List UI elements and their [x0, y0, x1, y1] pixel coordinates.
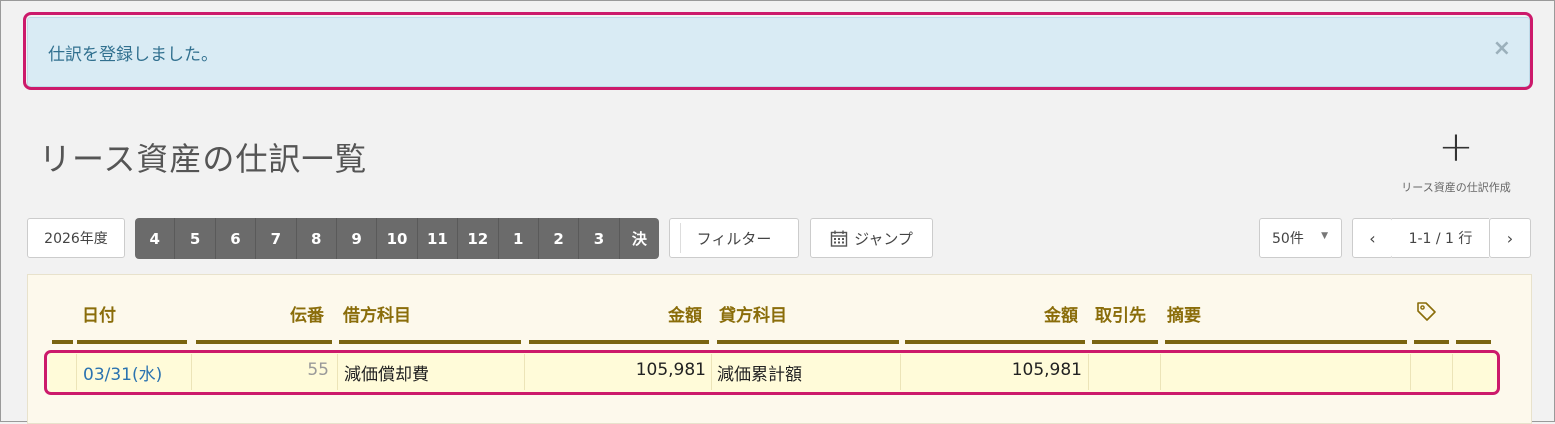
cell-divider: [76, 354, 77, 390]
header-underline: [529, 340, 709, 344]
per-page-select[interactable]: 50件 ▼: [1259, 218, 1342, 258]
cell-divider: [337, 354, 338, 390]
header-debit-amount[interactable]: 金額: [668, 301, 702, 326]
header-partner[interactable]: 取引先: [1095, 301, 1146, 326]
month-button[interactable]: 6: [216, 218, 257, 259]
journal-table: [27, 274, 1532, 424]
jump-label: ジャンプ: [854, 229, 913, 248]
cell-divider: [1160, 354, 1161, 390]
header-underline: [196, 340, 332, 344]
alert-highlight: [23, 12, 1533, 90]
header-underline: [77, 340, 187, 344]
closing-month-button[interactable]: 決: [620, 218, 659, 259]
header-underline: [1456, 340, 1491, 344]
header-credit-account[interactable]: 貸方科目: [719, 301, 787, 326]
cell-divider: [711, 354, 712, 390]
filter-label: フィルター: [696, 229, 772, 248]
month-button[interactable]: 10: [377, 218, 418, 259]
month-button[interactable]: 3: [579, 218, 620, 259]
row-credit-amount: 105,981: [1011, 360, 1082, 380]
calendar-icon: [830, 230, 848, 247]
row-voucher-no: 55: [307, 360, 329, 380]
row-credit-account: 減価累計額: [717, 365, 802, 385]
tag-icon: [1416, 301, 1438, 321]
caret-down-icon: ▼: [1321, 231, 1328, 241]
month-button[interactable]: 5: [175, 218, 216, 259]
next-page-button[interactable]: ›: [1489, 218, 1531, 258]
header-underline: [1092, 340, 1158, 344]
cell-divider: [524, 354, 525, 390]
jump-button[interactable]: ジャンプ: [810, 218, 933, 258]
header-date[interactable]: 日付: [82, 301, 116, 326]
per-page-value: 50件: [1272, 231, 1304, 247]
header-memo[interactable]: 摘要: [1167, 301, 1201, 326]
row-date-link[interactable]: 03/31(水): [83, 360, 162, 385]
header-underline: [1414, 340, 1449, 344]
month-button[interactable]: 12: [458, 218, 499, 259]
filter-button[interactable]: フィルター: [669, 218, 799, 258]
create-entry-button[interactable]: + リース資産の仕訳作成: [1381, 122, 1531, 199]
header-credit-amount[interactable]: 金額: [1044, 301, 1078, 326]
header-underline: [905, 340, 1085, 344]
month-button[interactable]: 11: [418, 218, 459, 259]
header-underline: [52, 340, 73, 344]
page-info: 1-1 / 1 行: [1392, 218, 1489, 258]
create-entry-label: リース資産の仕訳作成: [1401, 181, 1511, 194]
month-button[interactable]: 9: [337, 218, 378, 259]
row-debit-amount: 105,981: [635, 360, 706, 380]
header-voucher-no[interactable]: 伝番: [290, 301, 324, 326]
cell-divider: [1452, 354, 1453, 390]
prev-page-button[interactable]: ‹: [1352, 218, 1393, 258]
plus-icon: +: [1438, 122, 1474, 171]
cell-divider: [1088, 354, 1089, 390]
month-button[interactable]: 7: [256, 218, 297, 259]
month-selector: 4 5 6 7 8 9 10 11 12 1 2 3 決: [135, 218, 659, 259]
header-underline: [339, 340, 521, 344]
month-button[interactable]: 2: [539, 218, 580, 259]
filter-divider: [680, 223, 681, 253]
cell-divider: [900, 354, 901, 390]
month-button[interactable]: 1: [499, 218, 539, 259]
header-underline: [1165, 340, 1407, 344]
cell-divider: [1410, 354, 1411, 390]
month-button[interactable]: 8: [297, 218, 337, 259]
fiscal-year-button[interactable]: 2026年度: [27, 218, 125, 258]
row-debit-account: 減価償却費: [344, 365, 429, 385]
page-title: リース資産の仕訳一覧: [39, 140, 368, 178]
month-button[interactable]: 4: [135, 218, 176, 259]
header-underline: [717, 340, 899, 344]
header-debit-account[interactable]: 借方科目: [343, 301, 411, 326]
cell-divider: [191, 354, 192, 390]
